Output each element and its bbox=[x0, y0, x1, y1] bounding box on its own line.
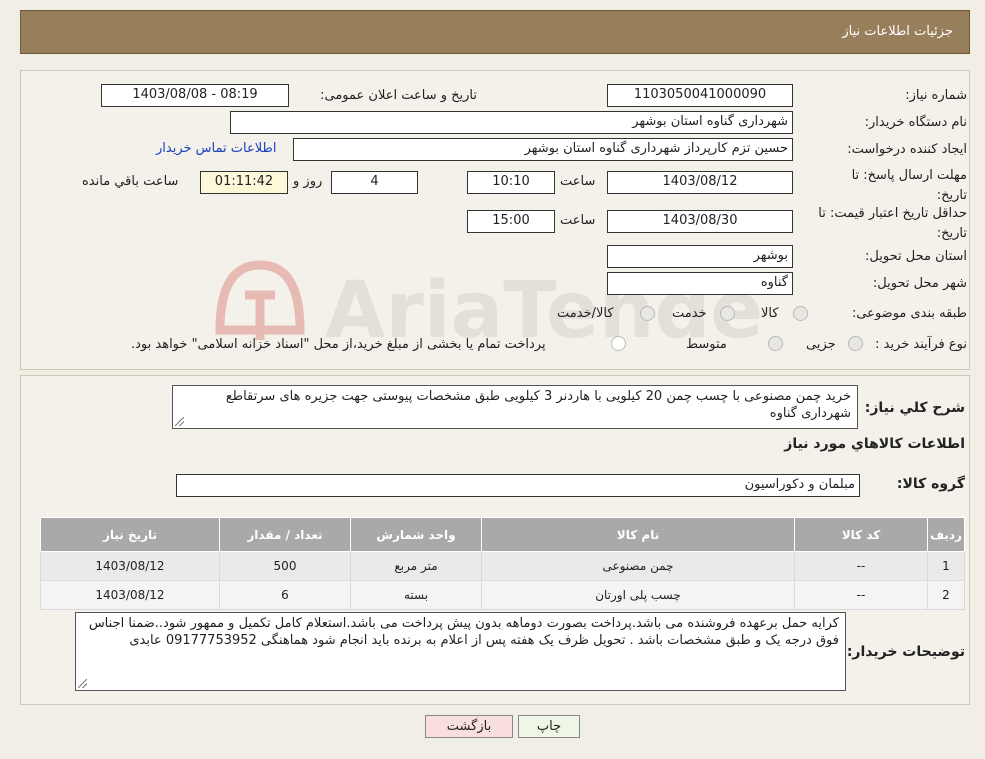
category-label: طبقه بندی موضوعی: bbox=[851, 306, 967, 321]
summary-label: شرح کلي نیاز: bbox=[864, 400, 965, 416]
summary-text: خرید چمن مصنوعی با چسب چمن 20 کیلویی با … bbox=[225, 389, 851, 421]
col-quantity-header: تعداد / مقدار bbox=[219, 517, 351, 552]
page-header: جزئیات اطلاعات نیاز bbox=[20, 10, 970, 54]
need-number-field: 1103050041000090 bbox=[607, 84, 793, 107]
purchase-type-label: نوع فرآیند خرید : bbox=[875, 337, 967, 352]
buyer-notes-textarea[interactable]: کرایه حمل برعهده فروشنده می باشد.پرداخت … bbox=[75, 612, 846, 691]
resize-grip-icon[interactable] bbox=[175, 417, 184, 426]
goods-group-label: گروه کالا: bbox=[896, 476, 965, 492]
cell-unit: متر مربع bbox=[350, 551, 482, 581]
cell-quantity: 500 bbox=[219, 551, 351, 581]
deadline-label: مهلت ارسال پاسخ: تا تاریخ: bbox=[851, 168, 967, 203]
category-goods-radio[interactable] bbox=[793, 306, 808, 321]
summary-textarea[interactable]: خرید چمن مصنوعی با چسب چمن 20 کیلویی با … bbox=[172, 385, 858, 429]
announce-datetime-label: تاریخ و ساعت اعلان عمومی: bbox=[320, 88, 477, 103]
purchase-medium-label: متوسط bbox=[686, 337, 727, 352]
requester-label: ایجاد کننده درخواست: bbox=[847, 142, 967, 157]
city-field: گناوه bbox=[607, 272, 793, 295]
buyer-notes-label: توضیحات خریدار: bbox=[846, 644, 965, 660]
price-validity-time-label: ساعت bbox=[560, 213, 596, 228]
price-validity-date-field: 1403/08/30 bbox=[607, 210, 793, 233]
deadline-days-field: 4 bbox=[331, 171, 418, 194]
deadline-time-label: ساعت bbox=[560, 174, 596, 189]
col-name-header: نام کالا bbox=[481, 517, 795, 552]
resize-grip-icon[interactable] bbox=[78, 679, 87, 688]
days-label: روز و bbox=[293, 174, 323, 189]
cell-name: چمن مصنوعی bbox=[481, 551, 795, 581]
province-label: استان محل تحویل: bbox=[865, 249, 967, 264]
purchase-medium-radio[interactable] bbox=[768, 336, 783, 351]
cell-row-number: 1 bbox=[927, 551, 965, 581]
table-header-row: ردیف کد کالا نام کالا واحد شمارش تعداد /… bbox=[40, 517, 965, 552]
category-goods-label: کالا bbox=[761, 306, 779, 321]
cell-date: 1403/08/12 bbox=[40, 580, 220, 610]
col-unit-header: واحد شمارش bbox=[350, 517, 482, 552]
col-row-header: ردیف bbox=[927, 517, 965, 552]
category-service-label: خدمت bbox=[672, 306, 707, 321]
cell-unit: بسته bbox=[350, 580, 482, 610]
col-code-header: کد کالا bbox=[794, 517, 928, 552]
purchase-minor-radio[interactable] bbox=[848, 336, 863, 351]
goods-table: ردیف کد کالا نام کالا واحد شمارش تعداد /… bbox=[40, 517, 965, 610]
buyer-notes-text: کرایه حمل برعهده فروشنده می باشد.پرداخت … bbox=[88, 616, 839, 648]
city-label: شهر محل تحویل: bbox=[872, 276, 967, 291]
back-button[interactable]: بازگشت bbox=[425, 715, 513, 738]
price-validity-label: حداقل تاریخ اعتبار قیمت: تا تاریخ: bbox=[818, 206, 967, 241]
table-row: 2 -- چسب پلی اورتان بسته 6 1403/08/12 bbox=[40, 580, 965, 610]
deadline-time-field: 10:10 bbox=[467, 171, 555, 194]
treasury-checkbox[interactable] bbox=[611, 336, 626, 351]
print-button[interactable]: چاپ bbox=[518, 715, 580, 738]
buyer-contact-link[interactable]: اطلاعات تماس خریدار bbox=[156, 141, 276, 156]
cell-code: -- bbox=[794, 551, 928, 581]
remaining-time-field: 01:11:42 bbox=[200, 171, 288, 194]
cell-code: -- bbox=[794, 580, 928, 610]
cell-quantity: 6 bbox=[219, 580, 351, 610]
cell-row-number: 2 bbox=[927, 580, 965, 610]
goods-group-field: مبلمان و دکوراسیون bbox=[176, 474, 860, 497]
goods-info-title: اطلاعات کالاهاي مورد نیاز bbox=[784, 436, 965, 452]
category-goods-service-label: کالا/خدمت bbox=[557, 306, 614, 321]
price-validity-time-field: 15:00 bbox=[467, 210, 555, 233]
requester-field: حسین تزم کارپرداز شهرداری گناوه استان بو… bbox=[293, 138, 793, 161]
buyer-org-field: شهرداری گناوه استان بوشهر bbox=[230, 111, 793, 134]
buyer-org-label: نام دستگاه خریدار: bbox=[864, 115, 967, 130]
page-title: جزئیات اطلاعات نیاز bbox=[842, 24, 953, 39]
cell-name: چسب پلی اورتان bbox=[481, 580, 795, 610]
treasury-note: پرداخت تمام یا بخشی از مبلغ خرید،از محل … bbox=[131, 337, 546, 352]
category-goods-service-radio[interactable] bbox=[640, 306, 655, 321]
announce-datetime-field: 1403/08/08 - 08:19 bbox=[101, 84, 289, 107]
deadline-date-field: 1403/08/12 bbox=[607, 171, 793, 194]
remaining-time-label: ساعت باقي مانده bbox=[82, 174, 179, 189]
purchase-minor-label: جزیی bbox=[806, 337, 836, 352]
category-service-radio[interactable] bbox=[720, 306, 735, 321]
cell-date: 1403/08/12 bbox=[40, 551, 220, 581]
col-date-header: تاریخ نیاز bbox=[40, 517, 220, 552]
table-row: 1 -- چمن مصنوعی متر مربع 500 1403/08/12 bbox=[40, 551, 965, 581]
province-field: بوشهر bbox=[607, 245, 793, 268]
need-number-label: شماره نیاز: bbox=[905, 88, 967, 103]
